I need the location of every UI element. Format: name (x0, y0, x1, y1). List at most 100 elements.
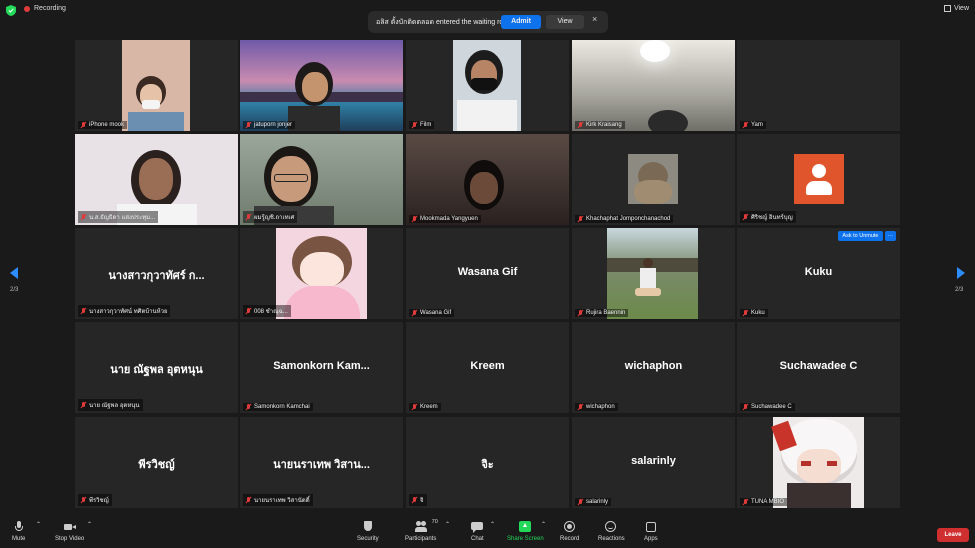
chat-button[interactable]: Chat (471, 521, 484, 542)
participant-display-name: Kuku (804, 266, 833, 278)
participant-tile[interactable]: TUNA MBIO (737, 417, 900, 508)
recording-dot-icon (24, 5, 30, 12)
participant-tile[interactable]: Ask to Unmute ··· Kuku Kuku (737, 228, 900, 319)
audio-options-caret-icon[interactable]: ⌃ (36, 521, 41, 528)
mic-muted-icon (81, 308, 86, 314)
participant-name: salarinly (586, 499, 609, 505)
mic-muted-icon (743, 404, 748, 410)
participants-button[interactable]: 70 Participants (405, 519, 438, 542)
notification-view-button[interactable]: View (546, 15, 584, 29)
participant-name-label: Kreem (409, 403, 441, 411)
next-page-arrow-icon[interactable] (957, 267, 965, 279)
reactions-button[interactable]: Reactions (598, 521, 625, 542)
participant-name-label: น.ส.ธัญธิดา แสงประทุม... (78, 211, 159, 223)
video-options-caret-icon[interactable]: ⌃ (87, 521, 92, 528)
participants-options-caret-icon[interactable]: ⌃ (445, 521, 450, 528)
security-button[interactable]: Security (357, 521, 379, 542)
participant-tile[interactable]: ศิริชญ์ อินทร์บุญ (737, 134, 900, 225)
participant-name-label: นาย ณัฐพล อุตหนุน (78, 399, 143, 411)
participant-tile[interactable]: นางสาวกุวาทัศร์ ก... นางสาวกุวาทัศน์ ทศิ… (75, 228, 238, 319)
reactions-label: Reactions (598, 536, 625, 542)
admit-button[interactable]: Admit (501, 15, 541, 29)
participant-display-name: Kreem (470, 360, 505, 372)
mic-muted-icon (412, 497, 417, 503)
participant-tile[interactable]: 008 ชำณุฉ... (240, 228, 403, 319)
share-screen-button[interactable]: Share Screen (507, 521, 544, 542)
leave-button[interactable]: Leave (937, 528, 969, 542)
participant-tile[interactable]: Khachaphat Jomponchanachod (572, 134, 735, 225)
participant-name-label: Suchawadee C (740, 403, 795, 411)
participant-tile[interactable]: Film (406, 40, 569, 131)
waiting-room-notification: อลิส ตั้งบักติดตลอด entered the waiting … (368, 11, 608, 33)
ask-to-unmute-button[interactable]: Ask to Unmute (838, 231, 883, 241)
close-icon[interactable]: × (592, 14, 597, 24)
participant-tile[interactable]: ผมรู้ญชิ.ถาเทเศ (240, 134, 403, 225)
participant-avatar-image (628, 154, 678, 204)
share-options-caret-icon[interactable]: ⌃ (541, 521, 546, 528)
participant-tile[interactable]: Kreem Kreem (406, 322, 569, 413)
mic-muted-icon (412, 310, 417, 316)
participant-tile[interactable]: น.ส.ธัญธิดา แสงประทุม... (75, 134, 238, 225)
record-button[interactable]: Record (560, 521, 579, 542)
mic-muted-icon (412, 122, 417, 128)
stop-video-button[interactable]: Stop Video (55, 521, 84, 542)
participant-tile[interactable]: Mookmada Yangyuen (406, 134, 569, 225)
participant-tile[interactable]: Wasana Gif Wasana Gif (406, 228, 569, 319)
mic-muted-icon (81, 402, 86, 408)
participant-tile[interactable]: Kirk Kraisang (572, 40, 735, 131)
participant-tile[interactable]: Suchawadee C Suchawadee C (737, 322, 900, 413)
participant-name: Yam (751, 122, 763, 128)
participant-name-label: Kuku (740, 309, 768, 317)
view-button[interactable]: View (943, 5, 969, 12)
mute-button[interactable]: Mute (12, 521, 25, 542)
chat-options-caret-icon[interactable]: ⌃ (490, 521, 495, 528)
mic-muted-icon (743, 214, 748, 220)
mic-muted-icon (81, 214, 86, 220)
participant-display-name: Samonkorn Kam... (273, 360, 370, 372)
participant-tile[interactable]: Yam (737, 40, 900, 131)
participant-display-name: salarinly (631, 455, 676, 467)
participant-video (122, 40, 190, 131)
smiley-icon (605, 521, 617, 533)
participant-video (572, 40, 735, 131)
participant-name: wichaphon (586, 404, 615, 410)
record-label: Record (560, 536, 580, 542)
participant-tile[interactable]: jatuporn jonjer (240, 40, 403, 131)
previous-page-arrow-icon[interactable] (10, 267, 18, 279)
participant-name: Mookmada Yangyuen (420, 216, 478, 222)
participant-name: Kreem (420, 404, 438, 410)
participant-tile[interactable]: wichaphon wichaphon (572, 322, 735, 413)
participant-tile[interactable]: นายนราเทพ วิสาน... นายนราเทพ วิสานัดดิ์ (240, 417, 403, 508)
shield-icon[interactable] (6, 5, 16, 16)
participant-name: ผมรู้ญชิ.ถาเทเศ (254, 215, 295, 221)
apps-icon (645, 521, 657, 533)
participant-name: jatuporn jonjer (254, 122, 293, 128)
participant-tile[interactable]: พีรวิชญ์ พีรวิชญ์ (75, 417, 238, 508)
participant-name: ศิริชญ์ อินทร์บุญ (751, 215, 793, 221)
participant-name-label: wichaphon (575, 403, 618, 411)
right-page-indicator: 2/3 (955, 287, 964, 293)
participant-tile[interactable]: Rujira Baennin (572, 228, 735, 319)
participant-name-label: จิ (409, 494, 427, 506)
mic-muted-icon (743, 499, 748, 505)
recording-indicator[interactable]: Recording (24, 5, 66, 12)
participant-name-label: Kirk Kraisang (575, 121, 625, 129)
grid-icon (943, 5, 951, 12)
mic-muted-icon (412, 404, 417, 410)
participant-name: นายนราเทพ วิสานัดดิ์ (254, 498, 310, 504)
participant-name: Kirk Kraisang (586, 122, 622, 128)
mic-muted-icon (743, 310, 748, 316)
participants-label: Participants (405, 536, 437, 542)
mic-muted-icon (578, 310, 583, 316)
apps-button[interactable]: Apps (644, 521, 658, 542)
participant-tile[interactable]: นาย ณัฐพล อุตหนุน นาย ณัฐพล อุตหนุน (75, 322, 238, 413)
participant-name: TUNA MBIO (751, 499, 785, 505)
participant-display-name: นายนราเทพ วิสาน... (273, 459, 370, 471)
participant-tile[interactable]: iPhone mook (75, 40, 238, 131)
participant-name-label: Samonkorn Kamchai (243, 403, 313, 411)
participant-tile[interactable]: salarinly salarinly (572, 417, 735, 508)
participant-name: Khachaphat Jomponchanachod (586, 216, 671, 222)
participant-tile[interactable]: จิะ จิ (406, 417, 569, 508)
participant-tile[interactable]: Samonkorn Kam... Samonkorn Kamchai (240, 322, 403, 413)
more-options-icon[interactable]: ··· (884, 231, 896, 241)
